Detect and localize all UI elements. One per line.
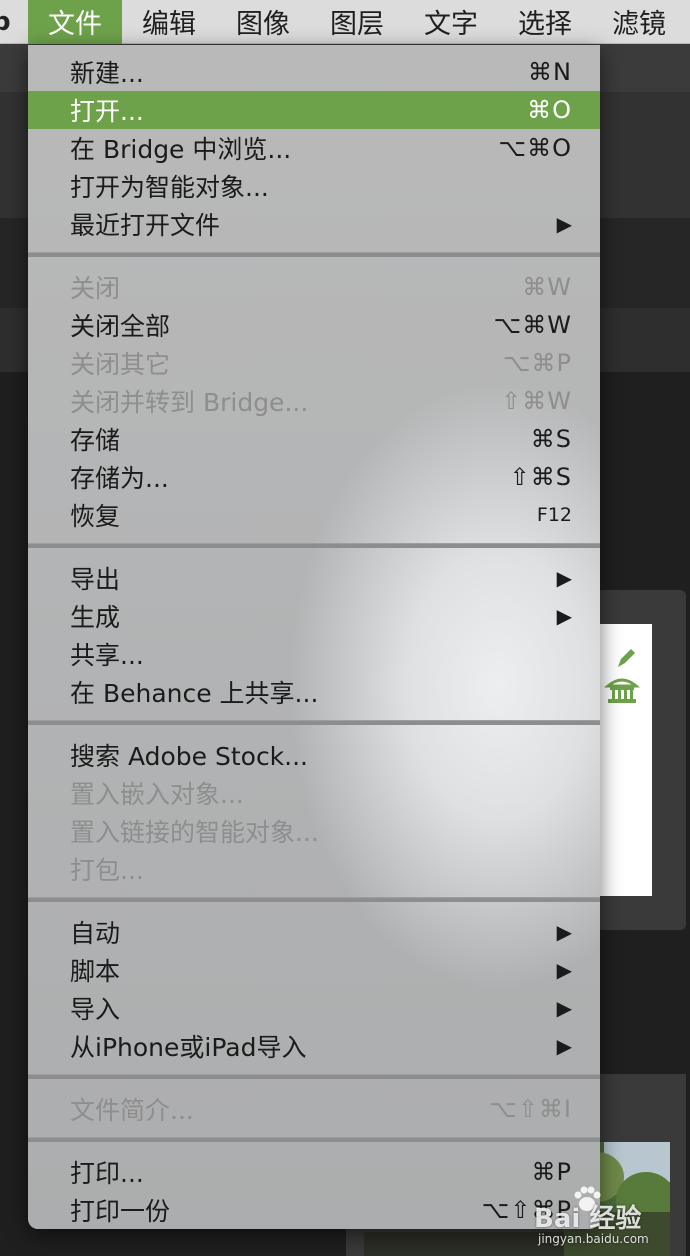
menu-item-label: 置入嵌入对象... bbox=[70, 780, 244, 809]
submenu-arrow-icon: ▶ bbox=[556, 1034, 572, 1058]
menu-item-shortcut: F12 bbox=[536, 504, 572, 526]
menu-item-shortcut: ⌥⌘P bbox=[502, 349, 572, 377]
menu-item-print[interactable]: 打印... ⌘P bbox=[28, 1153, 600, 1191]
menu-item-open-recent[interactable]: 最近打开文件 ▶ bbox=[28, 205, 600, 243]
submenu-arrow-icon: ▶ bbox=[556, 604, 572, 628]
menu-item-label: 在 Behance 上共享... bbox=[70, 679, 319, 708]
photo-strip bbox=[364, 1232, 564, 1256]
menu-item-shortcut: ⇧⌘S bbox=[509, 463, 572, 491]
pencil-icon[interactable] bbox=[616, 646, 636, 668]
menu-item-search-adobe-stock[interactable]: 搜索 Adobe Stock... bbox=[28, 736, 600, 774]
menu-item-close-all[interactable]: 关闭全部 ⌥⌘W bbox=[28, 306, 600, 344]
menu-separator bbox=[28, 252, 600, 257]
menu-item-label: 打包... bbox=[70, 856, 144, 885]
menu-item-shortcut: ⌘N bbox=[528, 58, 572, 86]
menu-item-label: 在 Bridge 中浏览... bbox=[70, 135, 292, 164]
submenu-arrow-icon: ▶ bbox=[556, 566, 572, 590]
menu-item-place-linked: 置入链接的智能对象... bbox=[28, 812, 600, 850]
menu-item-label: 置入链接的智能对象... bbox=[70, 818, 319, 847]
menu-bar: p 文件 编辑 图像 图层 文字 选择 滤镜 bbox=[0, 0, 690, 44]
menu-image[interactable]: 图像 bbox=[216, 0, 310, 44]
menu-separator bbox=[28, 897, 600, 902]
menu-item-shortcut: ⌘P bbox=[531, 1158, 572, 1186]
menu-item-label: 打印... bbox=[70, 1159, 144, 1188]
menu-item-label: 关闭 bbox=[70, 274, 121, 303]
menu-item-package: 打包... bbox=[28, 850, 600, 888]
menu-item-shortcut: ⌘O bbox=[527, 96, 572, 124]
menu-item-shortcut: ⌥⌘O bbox=[498, 134, 572, 162]
menu-item-label: 自动 bbox=[70, 919, 121, 948]
menu-item-close: 关闭 ⌘W bbox=[28, 268, 600, 306]
menu-item-print-one-copy[interactable]: 打印一份 ⌥⇧⌘P bbox=[28, 1191, 600, 1229]
menu-item-label: 生成 bbox=[70, 603, 121, 632]
menu-item-share[interactable]: 共享... bbox=[28, 635, 600, 673]
menu-item-shortcut: ⌥⇧⌘P bbox=[481, 1196, 572, 1224]
menu-item-label: 关闭全部 bbox=[70, 312, 171, 341]
menu-item-label: 关闭其它 bbox=[70, 350, 171, 379]
file-menu-dropdown: 新建... ⌘N 打开... ⌘O 在 Bridge 中浏览... ⌥⌘O 打开… bbox=[28, 45, 600, 1229]
menu-item-label: 从iPhone或iPad导入 bbox=[70, 1033, 307, 1062]
menu-item-label: 恢复 bbox=[70, 502, 121, 531]
menu-item-label: 最近打开文件 bbox=[70, 211, 221, 240]
menu-item-new[interactable]: 新建... ⌘N bbox=[28, 53, 600, 91]
menu-item-save[interactable]: 存储 ⌘S bbox=[28, 420, 600, 458]
menu-item-shortcut: ⌘W bbox=[522, 273, 572, 301]
submenu-arrow-icon: ▶ bbox=[556, 920, 572, 944]
menu-item-label: 导入 bbox=[70, 995, 121, 1024]
menu-item-share-on-behance[interactable]: 在 Behance 上共享... bbox=[28, 673, 600, 711]
menu-separator bbox=[28, 1137, 600, 1142]
menu-item-scripts[interactable]: 脚本 ▶ bbox=[28, 951, 600, 989]
menu-file[interactable]: 文件 bbox=[28, 0, 122, 44]
menu-item-label: 打印一份 bbox=[70, 1197, 171, 1226]
menu-item-label: 存储为... bbox=[70, 464, 169, 493]
submenu-arrow-icon: ▶ bbox=[556, 996, 572, 1020]
menu-item-open[interactable]: 打开... ⌘O bbox=[28, 91, 600, 129]
menu-type[interactable]: 文字 bbox=[404, 0, 498, 44]
menu-item-label: 打开为智能对象... bbox=[70, 173, 269, 202]
menu-select[interactable]: 选择 bbox=[498, 0, 592, 44]
submenu-arrow-icon: ▶ bbox=[556, 958, 572, 982]
menu-item-label: 打开... bbox=[70, 97, 144, 126]
menu-item-label: 共享... bbox=[70, 641, 144, 670]
menu-item-shortcut: ⌘S bbox=[530, 425, 572, 453]
menu-item-close-and-go-to-bridge: 关闭并转到 Bridge... ⇧⌘W bbox=[28, 382, 600, 420]
menu-item-close-others: 关闭其它 ⌥⌘P bbox=[28, 344, 600, 382]
menu-separator bbox=[28, 720, 600, 725]
app-menu-fragment[interactable]: p bbox=[0, 7, 14, 37]
menu-item-shortcut: ⌥⇧⌘I bbox=[489, 1095, 572, 1123]
menu-item-label: 脚本 bbox=[70, 957, 121, 986]
menu-layer[interactable]: 图层 bbox=[310, 0, 404, 44]
menu-item-open-as-smart-object[interactable]: 打开为智能对象... bbox=[28, 167, 600, 205]
menu-item-label: 关闭并转到 Bridge... bbox=[70, 388, 309, 417]
menu-item-revert[interactable]: 恢复 F12 bbox=[28, 496, 600, 534]
menu-filter[interactable]: 滤镜 bbox=[592, 0, 686, 44]
menu-separator bbox=[28, 543, 600, 548]
menu-item-file-info: 文件简介... ⌥⇧⌘I bbox=[28, 1090, 600, 1128]
submenu-arrow-icon: ▶ bbox=[556, 212, 572, 236]
menu-separator bbox=[28, 1074, 600, 1079]
menu-edit[interactable]: 编辑 bbox=[122, 0, 216, 44]
menu-item-shortcut: ⌥⌘W bbox=[493, 311, 572, 339]
menu-item-label: 搜索 Adobe Stock... bbox=[70, 742, 309, 771]
menu-item-generate[interactable]: 生成 ▶ bbox=[28, 597, 600, 635]
menu-item-label: 文件简介... bbox=[70, 1096, 194, 1125]
menu-item-browse-in-bridge[interactable]: 在 Bridge 中浏览... ⌥⌘O bbox=[28, 129, 600, 167]
menu-item-label: 存储 bbox=[70, 426, 121, 455]
library-icon[interactable] bbox=[604, 676, 640, 704]
menu-item-export[interactable]: 导出 ▶ bbox=[28, 559, 600, 597]
menu-item-place-embedded: 置入嵌入对象... bbox=[28, 774, 600, 812]
menu-item-save-as[interactable]: 存储为... ⇧⌘S bbox=[28, 458, 600, 496]
menu-item-import[interactable]: 导入 ▶ bbox=[28, 989, 600, 1027]
menu-item-shortcut: ⇧⌘W bbox=[501, 387, 572, 415]
menu-item-label: 新建... bbox=[70, 59, 144, 88]
menu-item-label: 导出 bbox=[70, 565, 121, 594]
menu-item-import-from-iphone-ipad[interactable]: 从iPhone或iPad导入 ▶ bbox=[28, 1027, 600, 1065]
menu-item-automate[interactable]: 自动 ▶ bbox=[28, 913, 600, 951]
